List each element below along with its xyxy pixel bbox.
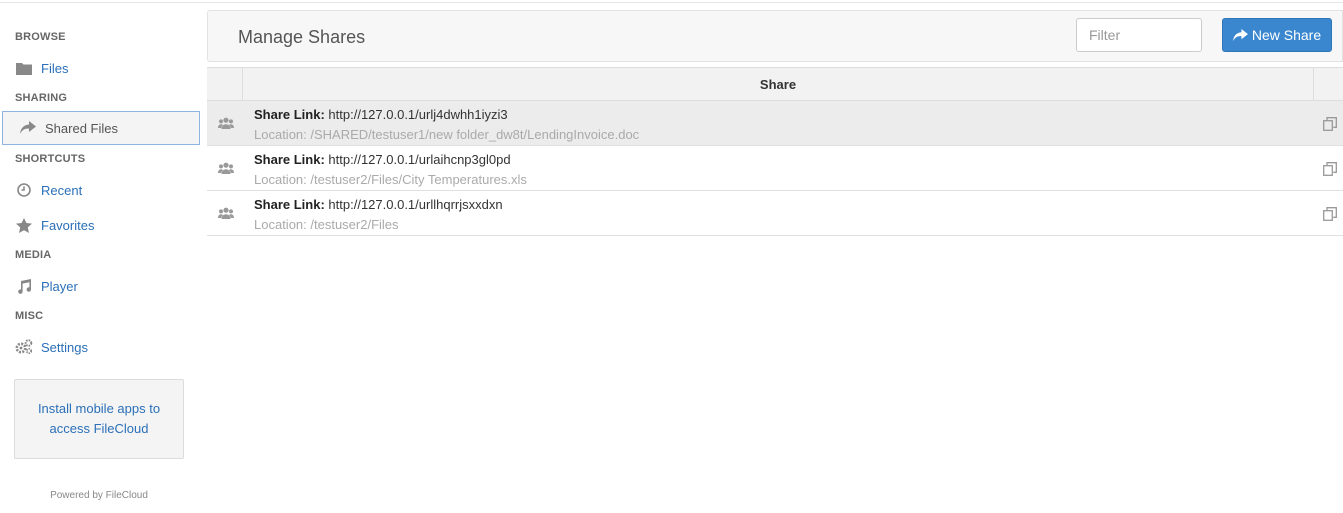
sidebar-item-recent[interactable]: Recent bbox=[2, 173, 200, 207]
users-icon bbox=[218, 162, 234, 180]
share-link-url[interactable]: http://127.0.0.1/urlaihcnp3gl0pd bbox=[328, 152, 510, 167]
clock-icon bbox=[15, 182, 33, 198]
share-link-text: Share Link: http://127.0.0.1/urlaihcnp3g… bbox=[254, 152, 511, 167]
sidebar: BROWSE Files SHARING Shared Files SHORTC… bbox=[0, 3, 200, 513]
page-header: Manage Shares New Share bbox=[207, 10, 1343, 62]
users-icon bbox=[218, 207, 234, 225]
sidebar-item-label: Settings bbox=[41, 339, 88, 355]
star-icon bbox=[15, 217, 33, 233]
share-location: Location: /SHARED/testuser1/new folder_d… bbox=[254, 127, 640, 142]
filter-input[interactable] bbox=[1076, 18, 1202, 52]
copy-icon[interactable] bbox=[1323, 207, 1337, 226]
share-link-text: Share Link: http://127.0.0.1/urlj4dwhh1i… bbox=[254, 107, 508, 122]
share-arrow-icon bbox=[1232, 28, 1248, 42]
sidebar-heading-shortcuts: SHORTCUTS bbox=[15, 153, 86, 165]
share-link-url[interactable]: http://127.0.0.1/urlj4dwhh1iyzi3 bbox=[328, 107, 507, 122]
sidebar-item-label: Player bbox=[41, 278, 78, 294]
mobile-apps-promo[interactable]: Install mobile apps to access FileCloud bbox=[14, 379, 184, 459]
sidebar-item-label: Recent bbox=[41, 182, 83, 198]
users-icon bbox=[218, 117, 234, 135]
sidebar-heading-media: MEDIA bbox=[15, 249, 52, 261]
page-title: Manage Shares bbox=[238, 27, 366, 47]
sidebar-heading-misc: MISC bbox=[15, 310, 44, 322]
copy-icon[interactable] bbox=[1323, 162, 1337, 181]
folder-icon bbox=[15, 60, 33, 76]
share-link-label: Share Link: bbox=[254, 197, 325, 212]
copy-icon[interactable] bbox=[1323, 117, 1337, 136]
share-link-label: Share Link: bbox=[254, 152, 325, 167]
sidebar-item-label: Favorites bbox=[41, 217, 95, 233]
table-row[interactable]: Share Link: http://127.0.0.1/urllhqrrjsx… bbox=[207, 191, 1343, 236]
sidebar-heading-browse: BROWSE bbox=[15, 31, 66, 43]
share-link-text: Share Link: http://127.0.0.1/urllhqrrjsx… bbox=[254, 197, 503, 212]
share-location: Location: /testuser2/Files bbox=[254, 217, 399, 232]
table-header: Share bbox=[207, 67, 1343, 101]
share-link-label: Share Link: bbox=[254, 107, 325, 122]
gears-icon bbox=[15, 339, 33, 355]
sidebar-item-files[interactable]: Files bbox=[2, 51, 200, 85]
header-icon-column bbox=[207, 68, 243, 100]
music-note-icon bbox=[15, 278, 33, 294]
shares-table: Share Share Link: http://127.0.0.1/urlj4… bbox=[207, 67, 1343, 236]
table-row[interactable]: Share Link: http://127.0.0.1/urlaihcnp3g… bbox=[207, 146, 1343, 191]
share-arrow-icon bbox=[19, 120, 37, 136]
top-border bbox=[0, 0, 1343, 3]
share-link-url[interactable]: http://127.0.0.1/urllhqrrjsxxdxn bbox=[328, 197, 502, 212]
sidebar-item-favorites[interactable]: Favorites bbox=[2, 208, 200, 242]
sidebar-item-label: Files bbox=[41, 60, 69, 76]
sidebar-item-shared-files[interactable]: Shared Files bbox=[2, 111, 200, 145]
share-location: Location: /testuser2/Files/City Temperat… bbox=[254, 172, 527, 187]
new-share-label: New Share bbox=[1251, 27, 1322, 43]
sidebar-heading-sharing: SHARING bbox=[15, 92, 68, 104]
new-share-button[interactable]: New Share bbox=[1222, 18, 1332, 52]
column-header-share[interactable]: Share bbox=[243, 77, 1313, 92]
sidebar-item-player[interactable]: Player bbox=[2, 269, 200, 303]
sidebar-item-label: Shared Files bbox=[45, 120, 118, 136]
table-row[interactable]: Share Link: http://127.0.0.1/urlj4dwhh1i… bbox=[207, 101, 1343, 146]
header-action-column bbox=[1313, 68, 1343, 100]
powered-by-text: Powered by FileCloud bbox=[50, 490, 148, 501]
sidebar-item-settings[interactable]: Settings bbox=[2, 330, 200, 364]
